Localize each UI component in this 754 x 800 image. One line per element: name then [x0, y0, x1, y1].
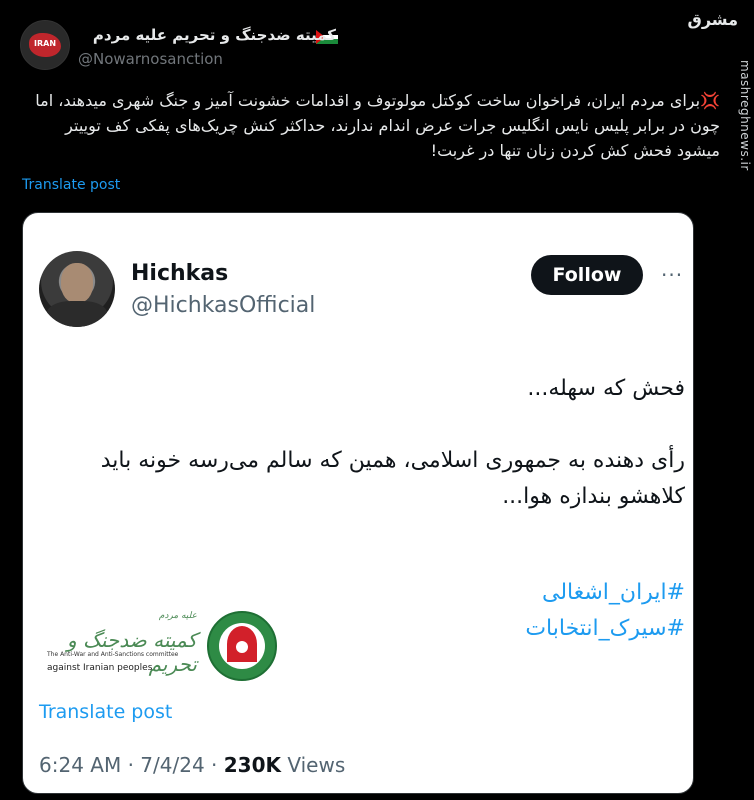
quoted-line-2: رأی دهنده به جمهوری اسلامی، همین که سالم… — [100, 448, 685, 509]
handle[interactable]: @Nowarnosanction — [78, 50, 223, 68]
hashtag-list: #ایران_اشغالی #سیرک_انتخابات — [285, 575, 685, 647]
hashtag-link[interactable]: #ایران_اشغالی — [285, 575, 685, 611]
display-name[interactable]: کمیته ضدجنگ و تحریم علیه مردم — [93, 26, 336, 44]
post-date[interactable]: 7/4/24 — [140, 753, 204, 777]
post-header: IRAN کمیته ضدجنگ و تحریم علیه مردم @Nowa… — [20, 18, 720, 74]
logo-subtitle-2: against Iranian peoples — [47, 663, 153, 673]
quoted-body: فحش که سهله... رأی دهنده به جمهوری اسلام… — [45, 371, 685, 515]
post-text: 💢برای مردم ایران، فراخوان ساخت کوکتل مول… — [20, 88, 720, 163]
watermark-site: mashreghnews.ir — [738, 60, 752, 171]
logo-subtitle: The Anti-War and Anti-Sanctions committe… — [47, 651, 179, 658]
translate-post-link[interactable]: Translate post — [22, 177, 120, 193]
hashtag-link[interactable]: #سیرک_انتخابات — [285, 611, 685, 647]
views-label: Views — [287, 753, 346, 777]
avatar-label: IRAN — [34, 39, 57, 48]
more-options-icon[interactable]: ··· — [661, 263, 683, 287]
views-count: 230K — [223, 753, 281, 777]
post-body: برای مردم ایران، فراخوان ساخت کوکتل مولو… — [35, 91, 720, 160]
quoted-name[interactable]: Hichkas — [131, 261, 228, 286]
quoted-line-1: فحش که سهله... — [527, 376, 685, 401]
watermark-logo: مشرق — [687, 10, 738, 29]
quoted-translate-link[interactable]: Translate post — [39, 701, 172, 723]
emblem-icon — [207, 611, 277, 681]
quoted-avatar[interactable] — [39, 251, 115, 327]
post-time[interactable]: 6:24 AM — [39, 753, 121, 777]
avatar[interactable]: IRAN — [20, 20, 70, 70]
follow-button[interactable]: Follow — [531, 255, 643, 295]
quoted-tweet-card[interactable]: Hichkas @HichkasOfficial Follow ··· فحش … — [22, 212, 694, 794]
quoted-handle[interactable]: @HichkasOfficial — [131, 293, 315, 318]
post-meta: 6:24 AM · 7/4/24 · 230K Views — [39, 753, 346, 777]
committee-logo: علیه مردم کمیته ضدجنگ و تحریم The Anti-W… — [47, 599, 282, 689]
anger-icon: 💢 — [700, 91, 720, 110]
